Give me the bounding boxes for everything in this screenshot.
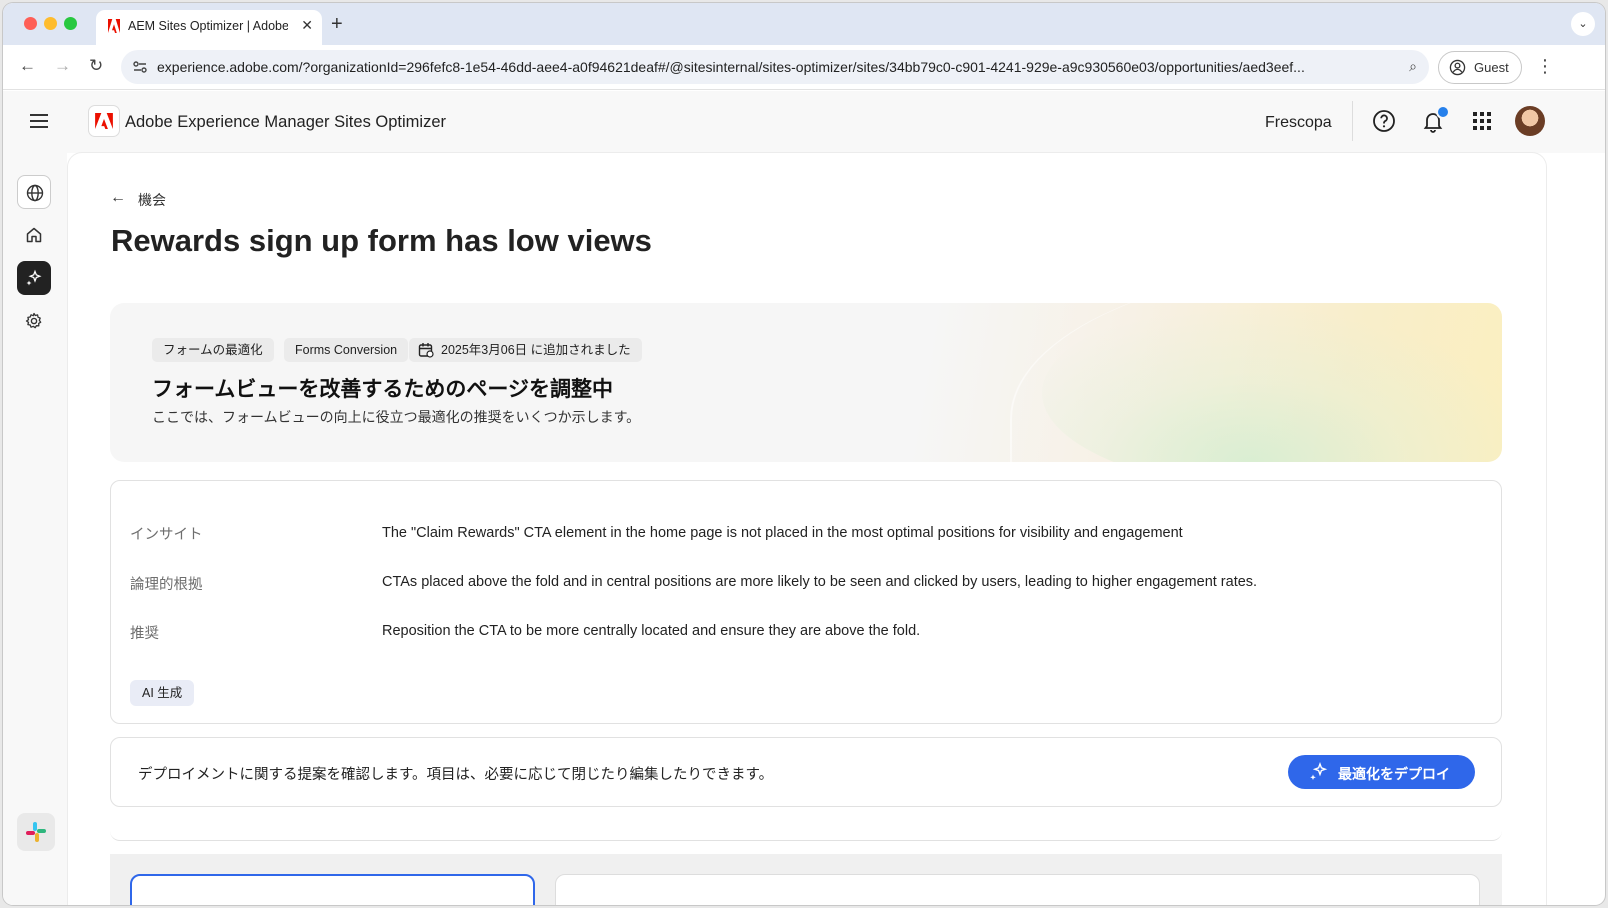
hero-title: フォームビューを改善するためのページを調整中 — [152, 378, 613, 401]
insight-card: インサイト The "Claim Rewards" CTA element in… — [110, 480, 1502, 724]
sparkle-icon — [26, 269, 42, 286]
hamburger-menu-icon[interactable] — [30, 114, 48, 128]
site-settings-icon[interactable] — [132, 59, 148, 75]
insight-value: The "Claim Rewards" CTA element in the h… — [382, 525, 1183, 541]
zoom-icon[interactable]: ⌕ — [1409, 58, 1417, 75]
deploy-button-label: 最適化をデプロイ — [1338, 766, 1450, 782]
back-arrow-icon: ← — [110, 189, 126, 206]
date-added-label: 2025年3月06日 に追加されました — [441, 343, 631, 357]
tab-title: AEM Sites Optimizer | Adobe — [128, 19, 288, 33]
url-text: experience.adobe.com/?organizationId=296… — [157, 59, 1305, 75]
org-switcher[interactable]: Frescopa — [1265, 114, 1332, 132]
browser-tab[interactable]: AEM Sites Optimizer | Adobe ✕ — [96, 10, 322, 45]
adobe-logo[interactable] — [88, 105, 120, 137]
close-window-button[interactable] — [24, 17, 37, 30]
globe-icon — [26, 184, 44, 202]
hero-subtitle: ここでは、フォームビューの向上に役立つ最適化の推奨をいくつか示します。 — [152, 409, 641, 425]
help-icon[interactable] — [1372, 109, 1396, 133]
close-tab-icon[interactable]: ✕ — [301, 17, 313, 34]
type-tag: Forms Conversion — [284, 338, 409, 362]
apps-grid-icon[interactable] — [1470, 109, 1494, 133]
page-title: Rewards sign up form has low views — [111, 223, 652, 258]
suggestions-area — [110, 854, 1502, 905]
gear-icon — [25, 312, 42, 329]
deploy-card: デプロイメントに関する提案を確認します。項目は、必要に応じて閉じたり編集したりで… — [110, 737, 1502, 807]
insight-label: インサイト — [130, 527, 203, 543]
main-content: ← 機会 Rewards sign up form has low views … — [68, 153, 1546, 905]
recommendation-value: Reposition the CTA to be more centrally … — [382, 623, 921, 639]
tab-search-chevron-icon[interactable]: ⌄ — [1571, 12, 1595, 36]
forward-arrow-icon[interactable]: → — [54, 56, 71, 76]
adobe-logo-icon — [95, 113, 113, 129]
section-divider — [110, 821, 1502, 841]
app-header: Adobe Experience Manager Sites Optimizer… — [3, 91, 1605, 153]
recommendation-label: 推奨 — [130, 626, 159, 642]
ai-generated-badge: AI 生成 — [130, 680, 195, 706]
maximize-window-button[interactable] — [64, 17, 77, 30]
address-bar[interactable]: experience.adobe.com/?organizationId=296… — [121, 50, 1429, 84]
category-tag: フォームの最適化 — [152, 338, 274, 362]
user-avatar[interactable] — [1515, 106, 1545, 136]
rationale-value: CTAs placed above the fold and in centra… — [382, 574, 1258, 590]
profile-label: Guest — [1474, 60, 1509, 75]
adobe-favicon-icon — [108, 19, 120, 33]
header-divider — [1352, 101, 1353, 141]
browser-window: AEM Sites Optimizer | Adobe ✕ + ⌄ ← → ↻ … — [3, 3, 1605, 905]
slack-button[interactable] — [17, 813, 55, 851]
hero-curve-decoration — [1010, 303, 1502, 462]
new-tab-button[interactable]: + — [331, 13, 343, 36]
suggestion-panel-selected[interactable] — [130, 874, 535, 905]
date-added-tag: 2025年3月06日 に追加されました — [409, 338, 642, 362]
profile-button[interactable]: Guest — [1438, 51, 1522, 84]
rationale-label: 論理的根拠 — [130, 577, 203, 593]
profile-icon — [1449, 59, 1466, 76]
browser-menu-icon[interactable]: ⋮ — [1536, 56, 1554, 77]
reload-icon[interactable]: ↻ — [89, 56, 103, 76]
rail-settings-button[interactable] — [17, 304, 51, 338]
back-label: 機会 — [138, 192, 166, 208]
back-arrow-icon[interactable]: ← — [19, 56, 36, 76]
left-nav-rail — [3, 153, 67, 905]
opportunity-hero: フォームの最適化 Forms Conversion 2025年3月06日 に追加… — [110, 303, 1502, 462]
sparkle-icon — [1310, 762, 1328, 780]
home-icon — [26, 227, 42, 243]
notification-dot — [1436, 105, 1450, 119]
rail-opportunities-button[interactable] — [17, 261, 51, 295]
suggestion-panel[interactable] — [555, 874, 1480, 905]
deploy-description: デプロイメントに関する提案を確認します。項目は、必要に応じて閉じたり編集したりで… — [138, 767, 774, 783]
calendar-icon — [418, 343, 434, 358]
app-title: Adobe Experience Manager Sites Optimizer — [125, 113, 446, 131]
deploy-optimization-button[interactable]: 最適化をデプロイ — [1288, 755, 1475, 789]
rail-sites-button[interactable] — [17, 175, 51, 209]
minimize-window-button[interactable] — [44, 17, 57, 30]
tab-strip: AEM Sites Optimizer | Adobe ✕ + ⌄ — [3, 3, 1605, 45]
browser-toolbar: ← → ↻ experience.adobe.com/?organization… — [3, 45, 1605, 90]
rail-home-button[interactable] — [17, 218, 51, 252]
slack-icon — [26, 822, 46, 842]
